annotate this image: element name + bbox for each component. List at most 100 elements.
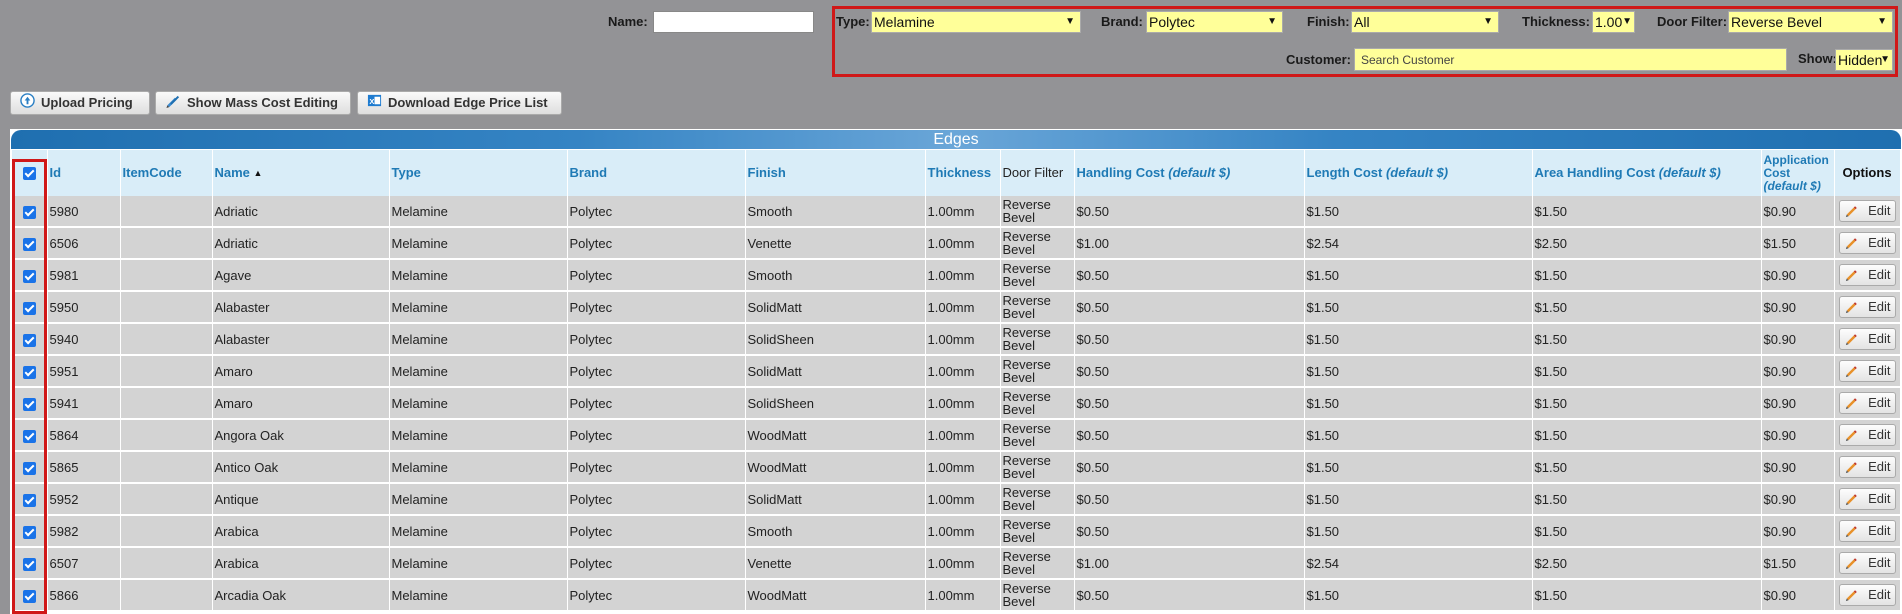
thickness-select-value: 1.00	[1595, 14, 1623, 30]
column-header-handling-cost[interactable]: Handling Cost (default $)	[1074, 150, 1305, 196]
edit-button[interactable]: Edit	[1838, 328, 1896, 350]
thickness-select[interactable]: 1.00 ▼	[1592, 11, 1635, 33]
row-select-cell[interactable]	[12, 291, 48, 324]
edit-button[interactable]: Edit	[1838, 488, 1896, 510]
edit-button[interactable]: Edit	[1838, 232, 1896, 254]
table-row[interactable]: 5952 Antique Melamine Polytec SolidMatt 1.00m…	[12, 483, 1901, 516]
chevron-down-icon: ▼	[1880, 54, 1890, 65]
upload-pricing-button[interactable]: Upload Pricing	[10, 91, 150, 115]
cell-finish: Venette	[745, 227, 926, 260]
row-select-cell[interactable]	[12, 387, 48, 420]
cell-length: $2.54	[1304, 547, 1533, 580]
cell-application: $1.50	[1761, 227, 1835, 260]
column-header-name[interactable]: Name ▲	[212, 150, 390, 196]
row-checkbox[interactable]	[22, 493, 36, 507]
edit-button[interactable]: Edit	[1838, 200, 1896, 222]
column-header-area-handling-cost[interactable]: Area Handling Cost (default $)	[1532, 150, 1762, 196]
row-select-cell[interactable]	[12, 419, 48, 452]
select-all-checkbox[interactable]	[22, 167, 36, 181]
table-row[interactable]: 5941 Amaro Melamine Polytec SolidSheen 1.00mm…	[12, 387, 1901, 420]
cell-handling: $0.50	[1074, 515, 1305, 548]
column-header-door-filter[interactable]: Door Filter	[1000, 150, 1075, 196]
show-select[interactable]: Hidden ▼	[1835, 49, 1893, 71]
row-select-cell[interactable]	[12, 515, 48, 548]
column-header-length-cost[interactable]: Length Cost (default $)	[1304, 150, 1533, 196]
edit-button[interactable]: Edit	[1838, 584, 1896, 606]
edit-button[interactable]: Edit	[1838, 424, 1896, 448]
row-select-cell[interactable]	[12, 196, 48, 228]
table-row[interactable]: 5866 Arcadia Oak Melamine Polytec WoodMatt 1.…	[12, 579, 1901, 612]
cell-length: $1.50	[1304, 419, 1533, 452]
brand-select[interactable]: Polytec ▼	[1146, 11, 1283, 33]
cell-handling: $0.50	[1074, 259, 1305, 292]
row-checkbox[interactable]	[22, 429, 36, 443]
column-header-itemcode[interactable]: ItemCode	[120, 150, 213, 196]
table-row[interactable]: 5950 Alabaster Melamine Polytec SolidMatt 1.0…	[12, 291, 1901, 324]
row-select-cell[interactable]	[12, 483, 48, 516]
edit-button[interactable]: Edit	[1838, 456, 1896, 478]
pencil-icon	[1845, 428, 1859, 448]
row-checkbox[interactable]	[22, 397, 36, 411]
table-row[interactable]: 5951 Amaro Melamine Polytec SolidMatt 1.00mm R…	[12, 355, 1901, 388]
row-select-cell[interactable]	[12, 355, 48, 388]
cell-type: Melamine	[389, 547, 568, 580]
show-mass-cost-editing-button[interactable]: Show Mass Cost Editing	[155, 91, 351, 115]
edit-button[interactable]: Edit	[1838, 520, 1896, 542]
table-row[interactable]: 5980 Adriatic Melamine Polytec Smooth 1.00mm R…	[12, 196, 1901, 228]
row-checkbox[interactable]	[22, 237, 36, 251]
table-row[interactable]: 5865 Antico Oak Melamine Polytec WoodMatt 1.0…	[12, 451, 1901, 484]
edit-button[interactable]: Edit	[1838, 552, 1896, 574]
row-checkbox[interactable]	[22, 365, 36, 379]
cell-options: Edit	[1834, 387, 1901, 420]
select-all-header[interactable]	[12, 150, 48, 196]
row-checkbox[interactable]	[22, 301, 36, 315]
row-checkbox[interactable]	[22, 525, 36, 539]
row-checkbox[interactable]	[22, 589, 36, 603]
row-checkbox[interactable]	[22, 205, 36, 219]
row-select-cell[interactable]	[12, 227, 48, 260]
column-header-finish[interactable]: Finish	[745, 150, 926, 196]
row-checkbox[interactable]	[22, 333, 36, 347]
row-checkbox[interactable]	[22, 269, 36, 283]
table-row[interactable]: 5940 Alabaster Melamine Polytec SolidSheen 1.…	[12, 323, 1901, 356]
table-row[interactable]: 6507 Arabica Melamine Polytec Venette 1.00mm R…	[12, 547, 1901, 580]
download-edge-price-list-button[interactable]: X Download Edge Price List	[357, 91, 562, 115]
cell-name: Adriatic	[212, 196, 390, 228]
area-handling-cost-label: Area Handling Cost	[1534, 165, 1656, 180]
cell-itemcode	[120, 291, 213, 324]
edit-button[interactable]: Edit	[1838, 296, 1896, 318]
edit-button[interactable]: Edit	[1838, 392, 1896, 414]
handling-cost-label: Handling Cost	[1076, 165, 1165, 180]
edit-button[interactable]: Edit	[1838, 264, 1896, 286]
table-row[interactable]: 5982 Arabica Melamine Polytec Smooth 1.00mm Re…	[12, 515, 1901, 548]
type-select[interactable]: Melamine ▼	[871, 11, 1081, 33]
row-select-cell[interactable]	[12, 323, 48, 356]
name-input[interactable]	[653, 11, 814, 33]
table-row[interactable]: 5864 Angora Oak Melamine Polytec WoodMatt 1.0…	[12, 419, 1901, 452]
table-row[interactable]: 5981 Agave Melamine Polytec Smooth 1.00mm Reve…	[12, 259, 1901, 292]
column-header-brand[interactable]: Brand	[567, 150, 746, 196]
cell-itemcode	[120, 355, 213, 388]
column-header-thickness[interactable]: Thickness	[925, 150, 1001, 196]
cell-thickness: 1.00mm	[925, 259, 1001, 292]
customer-search-input[interactable]	[1354, 48, 1787, 71]
cell-area: $1.50	[1532, 196, 1762, 228]
row-select-cell[interactable]	[12, 579, 48, 612]
column-header-type[interactable]: Type	[389, 150, 568, 196]
column-header-id[interactable]: Id	[47, 150, 121, 196]
finish-select[interactable]: All ▼	[1351, 11, 1499, 33]
edit-button[interactable]: Edit	[1838, 360, 1896, 382]
row-select-cell[interactable]	[12, 451, 48, 484]
cell-itemcode	[120, 196, 213, 228]
cell-finish: SolidMatt	[745, 291, 926, 324]
column-header-application-cost[interactable]: Application Cost (default $)	[1761, 150, 1835, 196]
door-filter-select[interactable]: Reverse Bevel ▼	[1728, 11, 1893, 33]
row-select-cell[interactable]	[12, 259, 48, 292]
row-checkbox[interactable]	[22, 557, 36, 571]
row-select-cell[interactable]	[12, 547, 48, 580]
row-checkbox[interactable]	[22, 461, 36, 475]
table-row[interactable]: 6506 Adriatic Melamine Polytec Venette 1.00mm…	[12, 227, 1901, 260]
cell-type: Melamine	[389, 227, 568, 260]
edit-label: Edit	[1868, 427, 1891, 442]
cell-options: Edit	[1834, 419, 1901, 452]
